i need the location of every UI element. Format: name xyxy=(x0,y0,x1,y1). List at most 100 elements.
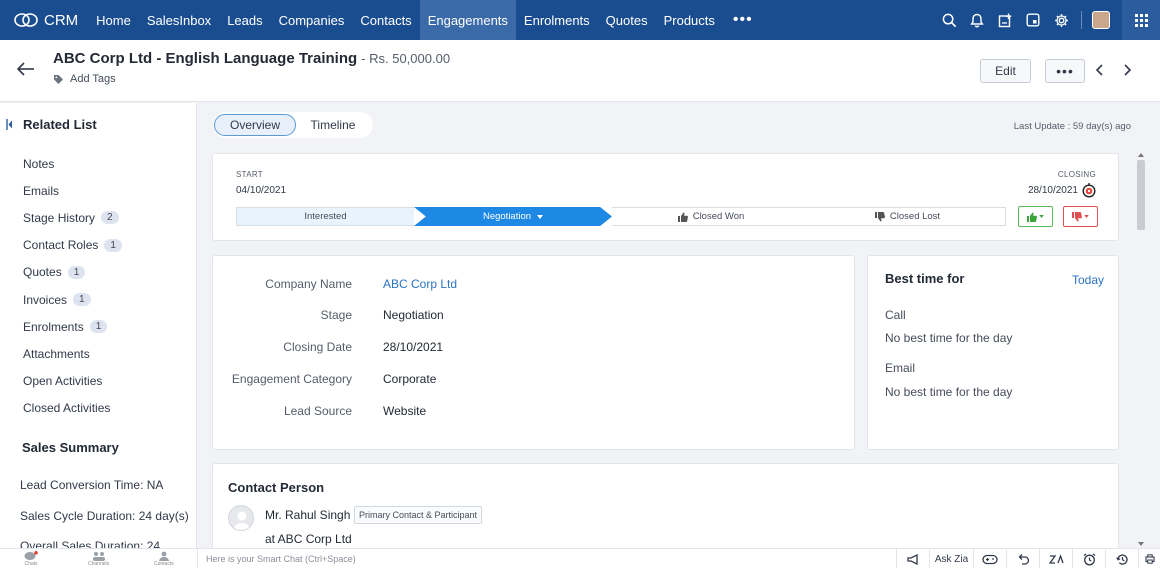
sidebar-item-label: Contact Roles xyxy=(23,238,99,253)
back-arrow-icon[interactable] xyxy=(16,62,36,79)
sidebar-item-open-activities[interactable]: Open Activities xyxy=(23,368,122,395)
thumbs-up-icon xyxy=(1027,212,1037,222)
best-time-call-value: No best time for the day xyxy=(885,331,1013,345)
stage-closed-lost[interactable]: Closed Lost xyxy=(810,207,1006,226)
bell-icon[interactable] xyxy=(963,0,991,40)
main-scrollbar[interactable] xyxy=(1136,153,1146,548)
detail-row-company-name: Company Name ABC Corp Ltd xyxy=(213,277,856,293)
channels-shortcut[interactable]: Channels xyxy=(88,551,109,567)
stage-interested[interactable]: Interested xyxy=(236,207,414,226)
gamepad-icon[interactable] xyxy=(973,549,1006,568)
record-title-block: ABC Corp Ltd - English Language Training… xyxy=(53,50,450,85)
nav-item-leads[interactable]: Leads xyxy=(219,0,270,40)
crm-logo-icon xyxy=(14,13,38,27)
related-list-header[interactable]: Related List xyxy=(6,117,97,132)
sidebar-item-emails[interactable]: Emails xyxy=(23,177,122,204)
nav-menu: Home SalesInbox Leads Companies Contacts Enga… xyxy=(88,0,723,40)
sidebar-item-label: Closed Activities xyxy=(23,401,111,416)
contact-avatar[interactable] xyxy=(228,505,254,531)
sidebar-item-invoices[interactable]: Invoices 1 xyxy=(23,286,122,313)
tab-overview[interactable]: Overview xyxy=(214,114,296,136)
history-icon[interactable] xyxy=(1105,549,1138,568)
nav-item-home[interactable]: Home xyxy=(88,0,139,40)
contacts-label: Contacts xyxy=(154,561,174,567)
sidebar-item-closed-activities[interactable]: Closed Activities xyxy=(23,395,122,422)
add-tags-link[interactable]: Add Tags xyxy=(53,73,450,85)
start-date: 04/10/2021 xyxy=(236,185,287,196)
closing-date: 28/10/2021 xyxy=(1027,185,1078,196)
detail-value: Corporate xyxy=(383,372,437,386)
sales-cycle-duration: Sales Cycle Duration: 24 day(s) xyxy=(20,509,189,523)
previous-record-icon[interactable] xyxy=(1095,64,1105,79)
sidebar-item-quotes[interactable]: Quotes 1 xyxy=(23,259,122,286)
nav-item-companies[interactable]: Companies xyxy=(271,0,353,40)
overall-sales-duration: Overall Sales Duration: 24 xyxy=(20,539,161,548)
add-entry-icon[interactable] xyxy=(991,0,1019,40)
detail-value: Website xyxy=(383,404,427,418)
crm-logo[interactable]: CRM xyxy=(0,0,88,40)
alarm-clock-icon[interactable] xyxy=(1072,549,1105,568)
contact-company: at ABC Corp Ltd xyxy=(265,532,352,546)
stage-negotiation[interactable]: Negotiation xyxy=(414,207,612,226)
caret-down-icon xyxy=(1084,215,1089,218)
sidebar-item-contact-roles[interactable]: Contact Roles 1 xyxy=(23,232,122,259)
announcement-icon[interactable] xyxy=(896,549,929,568)
bottom-bar: Chats Channels Contacts Here is your Sma… xyxy=(0,548,1160,568)
nav-more-button[interactable]: ••• xyxy=(723,0,763,40)
scrollbar-thumb[interactable] xyxy=(1137,160,1145,230)
count-badge: 2 xyxy=(101,211,119,225)
nav-item-engagements[interactable]: Engagements xyxy=(419,0,516,40)
contacts-icon xyxy=(158,551,169,561)
best-time-call-label: Call xyxy=(885,308,906,322)
search-icon[interactable] xyxy=(935,0,963,40)
contact-name[interactable]: Mr. Rahul Singh xyxy=(265,508,350,522)
sidebar-item-enrolments[interactable]: Enrolments 1 xyxy=(23,313,122,340)
contacts-shortcut[interactable]: Contacts xyxy=(154,551,174,567)
user-avatar[interactable] xyxy=(1092,11,1110,29)
mark-won-button[interactable] xyxy=(1018,206,1053,227)
tab-timeline[interactable]: Timeline xyxy=(296,114,370,136)
contact-role-badge: Primary Contact & Participant xyxy=(354,506,483,524)
undo-icon[interactable] xyxy=(1006,549,1039,568)
record-amount: - Rs. 50,000.00 xyxy=(361,51,451,66)
calendar-icon[interactable] xyxy=(1019,0,1047,40)
detail-label: Closing Date xyxy=(283,340,352,354)
contact-person-card: Contact Person Mr. Rahul Singh Primary C… xyxy=(212,463,1119,553)
sidebar-item-notes[interactable]: Notes xyxy=(23,150,122,177)
zia-icon[interactable] xyxy=(1039,549,1072,568)
nav-item-enrolments[interactable]: Enrolments xyxy=(516,0,598,40)
nav-item-products[interactable]: Products xyxy=(656,0,723,40)
sidebar-item-label: Invoices xyxy=(23,292,68,307)
detail-label: Stage xyxy=(320,308,352,322)
scroll-down-icon[interactable] xyxy=(1138,542,1144,546)
bottom-tools: Ask Zia xyxy=(896,549,1160,568)
edit-button[interactable]: Edit xyxy=(980,59,1031,83)
stage-closed-won[interactable]: Closed Won xyxy=(612,207,810,226)
record-header: ABC Corp Ltd - English Language Training… xyxy=(0,40,1160,102)
closing-label: CLOSING xyxy=(1057,170,1096,179)
sales-summary-title: Sales Summary xyxy=(22,440,119,455)
more-actions-button[interactable]: ••• xyxy=(1045,59,1085,83)
chats-shortcut[interactable]: Chats xyxy=(24,551,38,567)
nav-item-contacts[interactable]: Contacts xyxy=(352,0,419,40)
smart-chat-input[interactable]: Here is your Smart Chat (Ctrl+Space) xyxy=(197,549,356,568)
mark-lost-button[interactable] xyxy=(1063,206,1098,227)
sidebar-item-stage-history[interactable]: Stage History 2 xyxy=(23,204,122,231)
view-tabs: Overview Timeline xyxy=(213,112,373,138)
sidebar-item-attachments[interactable]: Attachments xyxy=(23,340,122,367)
scroll-up-icon[interactable] xyxy=(1138,153,1144,157)
detail-value[interactable]: ABC Corp Ltd xyxy=(383,277,457,291)
caret-down-icon xyxy=(537,214,544,219)
sidebar-item-label: Quotes xyxy=(23,265,62,280)
nav-item-quotes[interactable]: Quotes xyxy=(598,0,656,40)
detail-row-stage: Stage Negotiation xyxy=(213,308,856,324)
ask-zia-button[interactable]: Ask Zia xyxy=(929,549,973,568)
best-time-today-link[interactable]: Today xyxy=(1072,273,1104,287)
collapse-sidebar-icon[interactable] xyxy=(6,119,13,130)
nav-right-tools xyxy=(935,0,1160,40)
gear-icon[interactable] xyxy=(1047,0,1075,40)
next-record-icon[interactable] xyxy=(1122,64,1132,79)
apps-grid-icon[interactable] xyxy=(1122,0,1160,40)
nav-item-salesinbox[interactable]: SalesInbox xyxy=(139,0,219,40)
print-icon[interactable] xyxy=(1138,549,1160,568)
